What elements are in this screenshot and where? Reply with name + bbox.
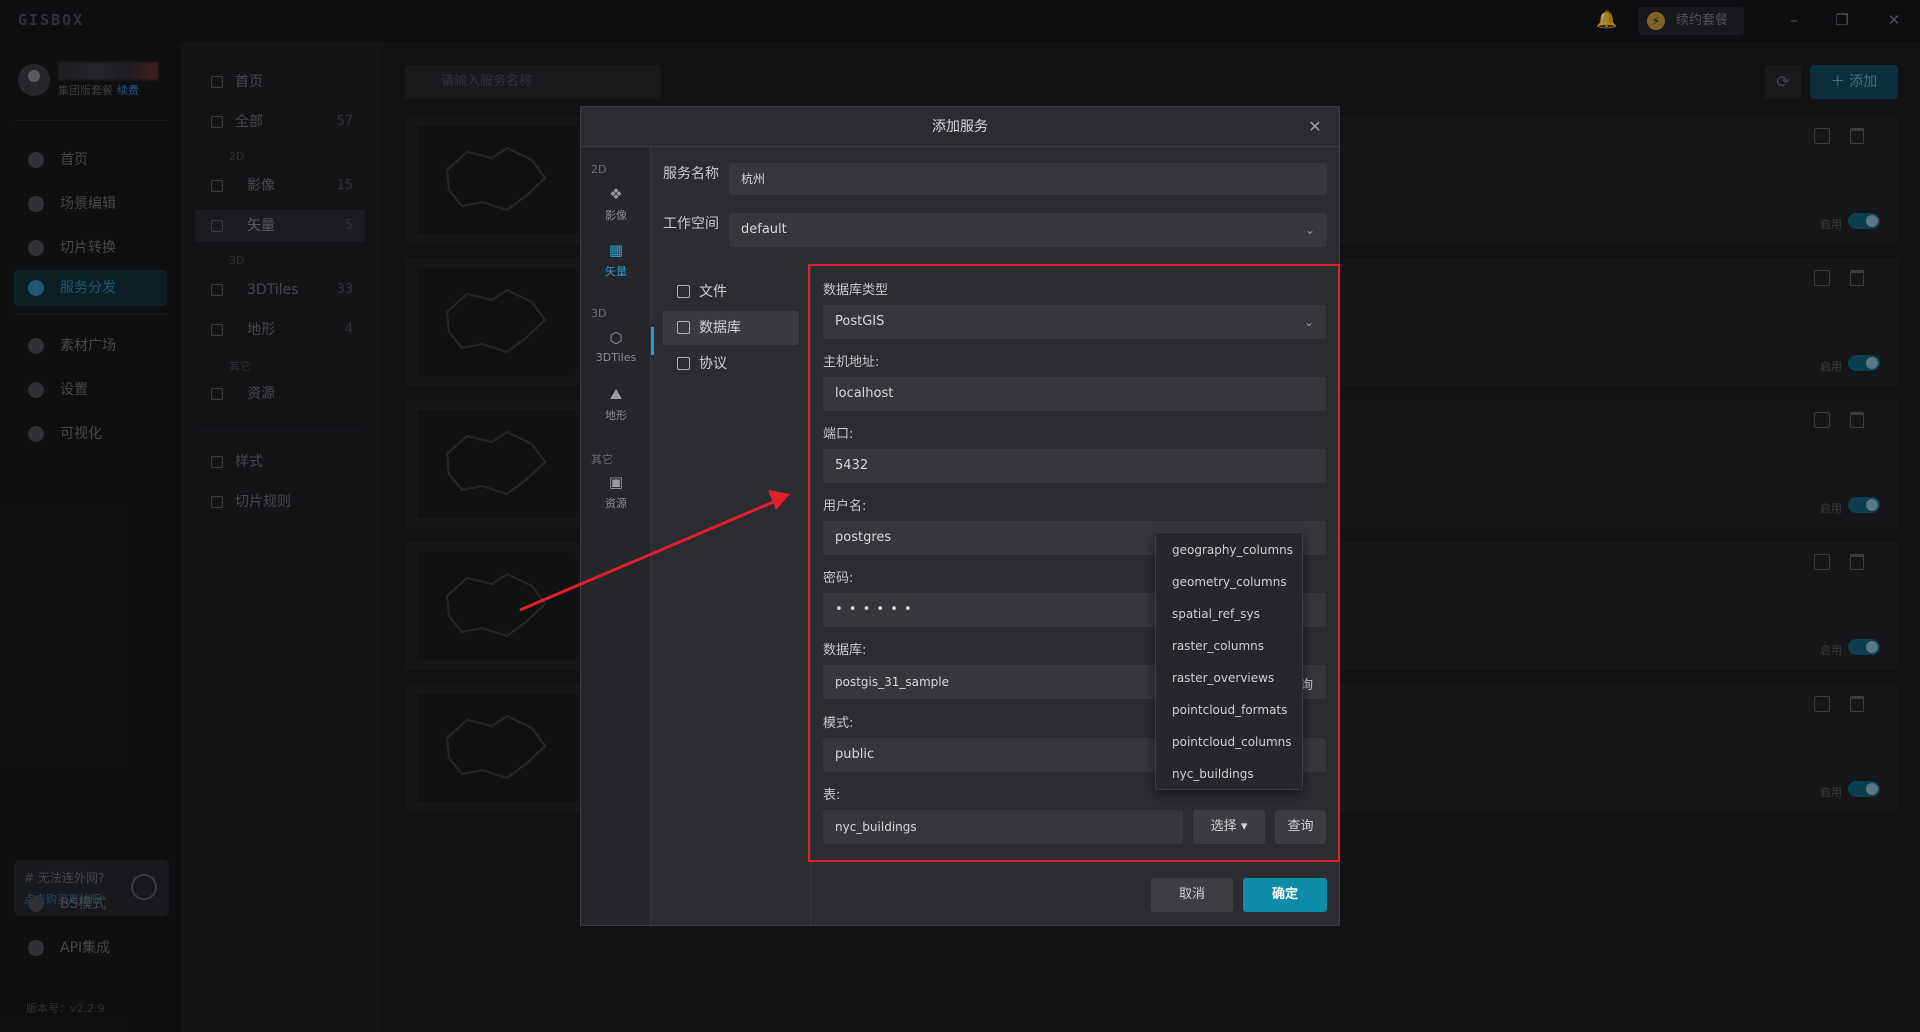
subnav-protocol[interactable]: 协议 [663,347,799,381]
source-subnav: 文件 数据库 协议 [651,263,811,925]
confirm-button[interactable]: 确定 [1243,878,1327,912]
folder-icon [677,285,690,298]
service-type-sidebar: 2D ❖ 影像 ▦ 矢量 3D ⬡ 3DTiles ⛰ 地形 其它 ▣ 资源 [581,147,651,925]
table-option[interactable]: pointcloud_columns [1172,735,1292,749]
type-3dtiles[interactable]: ⬡ 3DTiles [581,325,651,377]
dialog-title: 添加服务 [932,119,988,135]
workspace-select[interactable]: default ⌄ [729,213,1327,247]
db-type-select[interactable]: PostGIS ⌄ [823,305,1326,339]
cube-icon: ⬡ [609,329,623,347]
dialog-header: 添加服务 ✕ [581,107,1339,147]
vector-icon: ▦ [608,241,624,259]
table-option[interactable]: raster_overviews [1172,671,1274,685]
terrain-icon: ⛰ [609,385,623,403]
table-select-button[interactable]: 选择 ▾ [1193,810,1265,844]
table-option[interactable]: spatial_ref_sys [1172,607,1260,621]
type-imagery[interactable]: ❖ 影像 [581,181,651,233]
type-terrain[interactable]: ⛰ 地形 [581,381,651,433]
chevron-down-icon: ⌄ [1304,223,1315,237]
port-input[interactable]: 5432 [823,449,1326,483]
table-option[interactable]: geography_columns [1172,543,1293,557]
table-option[interactable]: pointcloud_formats [1172,703,1287,717]
database-icon [677,321,690,334]
type-vector[interactable]: ▦ 矢量 [581,237,651,289]
chevron-down-icon: ⌄ [1303,315,1314,329]
type-resource[interactable]: ▣ 资源 [581,469,651,521]
service-name-input[interactable]: 杭州 [729,163,1327,195]
table-dropdown: geography_columns geometry_columns spati… [1155,532,1303,790]
subnav-database[interactable]: 数据库 [663,311,799,345]
caret-down-icon: ▾ [1240,819,1248,834]
host-input[interactable]: localhost [823,377,1326,411]
imagery-icon: ❖ [609,185,623,203]
table-option[interactable]: nyc_buildings [1172,767,1254,781]
resource-icon: ▣ [608,473,624,491]
close-icon[interactable]: ✕ [1305,117,1325,137]
table-input[interactable]: nyc_buildings [823,810,1183,844]
table-query-button[interactable]: 查询 [1275,810,1326,844]
cancel-button[interactable]: 取消 [1151,878,1233,912]
table-option[interactable]: geometry_columns [1172,575,1287,589]
table-option[interactable]: raster_columns [1172,639,1264,653]
subnav-file[interactable]: 文件 [663,275,799,309]
protocol-icon [677,357,690,370]
